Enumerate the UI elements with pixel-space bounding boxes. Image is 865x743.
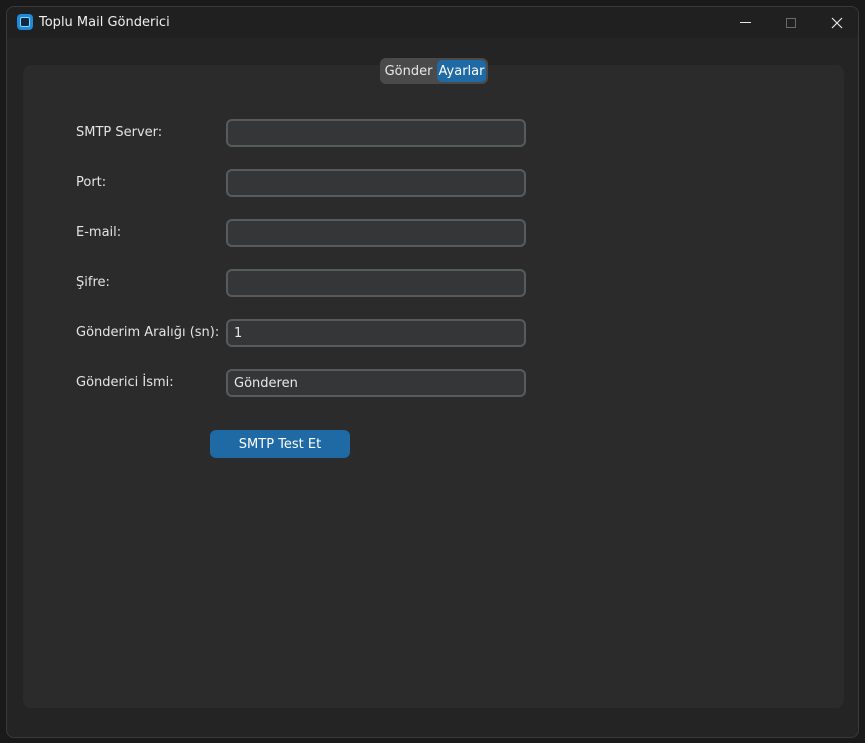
minimize-icon [739,22,751,23]
sender-name-label: Gönderici İsmi: [76,375,174,390]
port-row: Port: [23,169,844,197]
password-label: Şifre: [76,275,110,290]
app-icon [17,14,33,30]
smtp-server-input[interactable] [226,119,526,147]
window-title: Toplu Mail Gönderici [39,15,170,30]
password-row: Şifre: [23,269,844,297]
close-icon [831,17,843,28]
interval-input[interactable] [226,319,526,347]
interval-row: Gönderim Aralığı (sn): [23,319,844,347]
email-row: E-mail: [23,219,844,247]
title-bar[interactable]: Toplu Mail Gönderici [7,7,858,38]
settings-panel: SMTP Server: Port: E-mail: Şifre: Gönder… [23,65,844,708]
port-input[interactable] [226,169,526,197]
minimize-button[interactable] [722,7,768,38]
smtp-test-button[interactable]: SMTP Test Et [210,430,350,458]
email-label: E-mail: [76,225,122,240]
maximize-icon [786,17,796,28]
sender-name-row: Gönderici İsmi: [23,369,844,397]
port-label: Port: [76,175,107,190]
email-input[interactable] [226,219,526,247]
tab-selector: Gönder Ayarlar [380,58,488,84]
app-window: Toplu Mail Gönderici Gönder Ayarlar SMTP… [6,6,859,738]
close-button[interactable] [814,7,858,38]
tab-ayarlar[interactable]: Ayarlar [437,60,486,82]
smtp-server-label: SMTP Server: [76,125,163,140]
interval-label: Gönderim Aralığı (sn): [76,325,220,340]
maximize-button[interactable] [768,7,814,38]
password-input[interactable] [226,269,526,297]
smtp-server-row: SMTP Server: [23,119,844,147]
tab-gonder[interactable]: Gönder [382,60,435,82]
sender-name-input[interactable] [226,369,526,397]
